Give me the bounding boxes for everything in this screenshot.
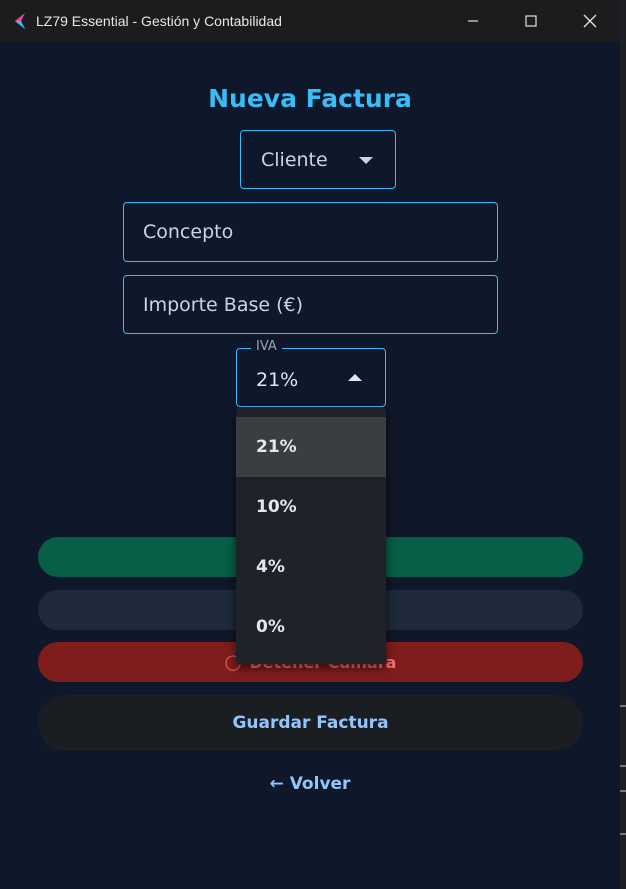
iva-option[interactable]: 0%	[236, 597, 386, 657]
maximize-button[interactable]	[502, 0, 560, 42]
concepto-placeholder: Concepto	[143, 221, 234, 243]
iva-select-value: 21%	[256, 368, 299, 391]
close-button[interactable]	[561, 0, 619, 42]
iva-option[interactable]: 4%	[236, 537, 386, 597]
minimize-button[interactable]	[444, 0, 502, 42]
cliente-select-value: Cliente	[261, 148, 328, 171]
title-bar[interactable]: LZ79 Essential - Gestión y Contabilidad	[0, 0, 620, 42]
iva-label: IVA	[251, 339, 282, 354]
background-window-edge	[620, 0, 626, 889]
close-icon	[583, 14, 597, 28]
concepto-input[interactable]: Concepto	[123, 202, 498, 262]
cliente-select[interactable]: Cliente	[240, 130, 396, 189]
minimize-icon	[468, 20, 478, 22]
chevron-up-icon	[348, 374, 362, 381]
iva-select[interactable]: IVA 21%	[236, 339, 386, 407]
app-logo-icon	[15, 13, 25, 29]
window-title: LZ79 Essential - Gestión y Contabilidad	[36, 13, 282, 29]
importe-base-placeholder: Importe Base (€)	[143, 293, 304, 316]
iva-option[interactable]: 10%	[236, 477, 386, 537]
page-title: Nueva Factura	[208, 84, 412, 113]
save-invoice-button[interactable]: Guardar Factura	[38, 695, 583, 751]
app-window: LZ79 Essential - Gestión y Contabilidad …	[0, 0, 620, 889]
iva-dropdown-menu: 21% 10% 4% 0%	[236, 408, 386, 664]
maximize-icon	[525, 15, 537, 27]
chevron-down-icon	[359, 157, 373, 164]
back-link[interactable]: ← Volver	[0, 774, 620, 794]
importe-base-input[interactable]: Importe Base (€)	[123, 275, 498, 334]
save-invoice-label: Guardar Factura	[232, 713, 389, 733]
iva-option[interactable]: 21%	[236, 417, 386, 477]
